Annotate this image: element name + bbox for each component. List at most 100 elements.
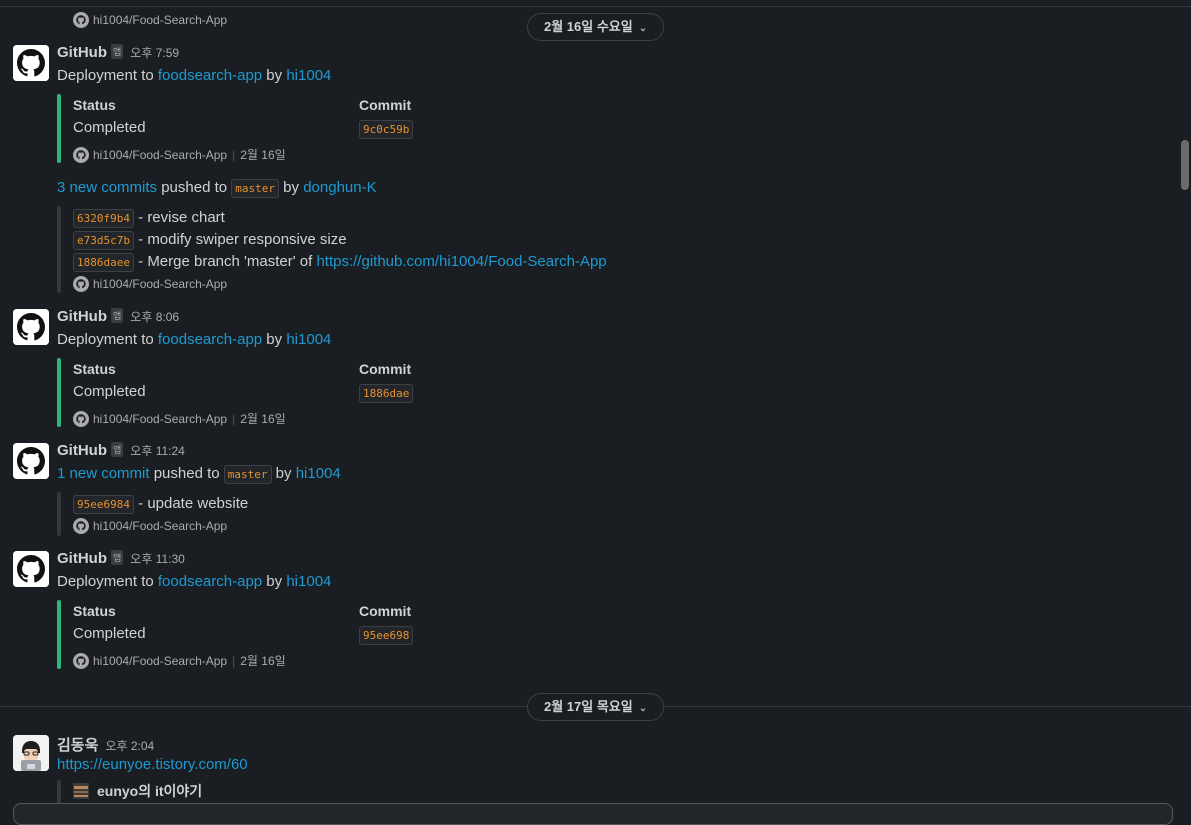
scrollbar-thumb[interactable] bbox=[1181, 140, 1189, 190]
timestamp[interactable]: 오후 8:06 bbox=[130, 310, 179, 324]
message-text: Deployment to foodsearch-app by hi1004 bbox=[57, 67, 331, 84]
date-label: 2월 16일 bbox=[240, 148, 286, 162]
date-label: 2월 17일 목요일 bbox=[544, 699, 633, 714]
status-title: Status bbox=[73, 97, 116, 113]
message-header: GitHub 앱 오후 11:30 bbox=[57, 550, 185, 567]
sender-name[interactable]: GitHub bbox=[57, 44, 107, 61]
timestamp[interactable]: 오후 7:59 bbox=[130, 46, 179, 60]
commit-sha[interactable]: e73d5c7b bbox=[73, 231, 134, 250]
preview-title[interactable]: eunyo의 it이야기 bbox=[97, 781, 202, 801]
message-header: GitHub 앱 오후 7:59 bbox=[57, 44, 179, 61]
deployment-link[interactable]: foodsearch-app bbox=[158, 331, 262, 348]
app-badge: 앱 bbox=[111, 44, 124, 59]
commit-line: 6320f9b4 - revise chart bbox=[73, 209, 225, 228]
user-link[interactable]: hi1004 bbox=[286, 67, 331, 84]
status-value: Completed bbox=[73, 119, 146, 136]
attachment-footer: hi1004/Food-Search-App | 2월 16일 bbox=[73, 146, 286, 163]
site-favicon-icon bbox=[73, 783, 89, 799]
user-link[interactable]: hi1004 bbox=[286, 573, 331, 590]
attachment-bar bbox=[57, 492, 61, 536]
github-logo-icon bbox=[13, 443, 49, 479]
date-divider-button[interactable]: 2월 17일 목요일 ⌄ bbox=[527, 693, 665, 721]
timestamp[interactable]: 오후 11:24 bbox=[130, 444, 185, 458]
deployment-link[interactable]: foodsearch-app bbox=[158, 573, 262, 590]
app-badge: 앱 bbox=[111, 442, 124, 457]
commits-link[interactable]: 1 new commit bbox=[57, 465, 150, 482]
sender-name[interactable]: 김동욱 bbox=[57, 737, 98, 754]
message-text: Deployment to foodsearch-app by hi1004 bbox=[57, 331, 331, 348]
date-divider-button[interactable]: 2월 16일 수요일 ⌄ bbox=[527, 13, 665, 41]
commit-sha[interactable]: 6320f9b4 bbox=[73, 209, 134, 228]
attachment-bar bbox=[57, 94, 61, 163]
link-preview[interactable]: eunyo의 it이야기 bbox=[73, 781, 202, 801]
user-avatar-icon bbox=[13, 735, 49, 771]
commit-sha[interactable]: 95ee6984 bbox=[73, 495, 134, 514]
avatar[interactable] bbox=[13, 443, 49, 479]
repo-label[interactable]: hi1004/Food-Search-App bbox=[93, 654, 227, 668]
commit-code[interactable]: 9c0c59b bbox=[359, 120, 414, 139]
push-text: 3 new commits pushed to master by donghu… bbox=[57, 179, 377, 198]
message-header: 김동욱 오후 2:04 bbox=[57, 734, 154, 755]
repo-label[interactable]: hi1004/Food-Search-App bbox=[93, 148, 227, 162]
text: Deployment to bbox=[57, 67, 158, 84]
sender-name[interactable]: GitHub bbox=[57, 442, 107, 459]
branch-code[interactable]: master bbox=[223, 465, 272, 484]
avatar[interactable] bbox=[13, 45, 49, 81]
attachment-footer: hi1004/Food-Search-App bbox=[73, 518, 227, 534]
github-logo-icon bbox=[13, 309, 49, 345]
timestamp[interactable]: 오후 11:30 bbox=[130, 552, 185, 566]
message-header: GitHub 앱 오후 8:06 bbox=[57, 308, 179, 325]
attachment-bar bbox=[57, 358, 61, 427]
commits-link[interactable]: 3 new commits bbox=[57, 179, 157, 196]
attachment-footer: hi1004/Food-Search-App bbox=[73, 276, 227, 292]
deployment-link[interactable]: foodsearch-app bbox=[158, 67, 262, 84]
date-label: 2월 16일 수요일 bbox=[544, 19, 633, 34]
app-badge: 앱 bbox=[111, 308, 124, 323]
repo-label[interactable]: hi1004/Food-Search-App bbox=[93, 13, 227, 27]
chevron-down-icon: ⌄ bbox=[638, 703, 648, 714]
commit-message: - revise chart bbox=[133, 209, 225, 226]
github-icon bbox=[73, 276, 89, 292]
user-link[interactable]: hi1004 bbox=[286, 331, 331, 348]
commit-sha[interactable]: 1886daee bbox=[73, 253, 134, 272]
text: Deployment to bbox=[57, 331, 158, 348]
app-badge: 앱 bbox=[111, 550, 124, 565]
status-title: Status bbox=[73, 361, 116, 377]
github-logo-icon bbox=[13, 45, 49, 81]
branch-code[interactable]: master bbox=[231, 179, 280, 198]
text: by bbox=[262, 67, 287, 84]
sender-name[interactable]: GitHub bbox=[57, 308, 107, 325]
avatar[interactable] bbox=[13, 309, 49, 345]
repo-label[interactable]: hi1004/Food-Search-App bbox=[93, 412, 227, 426]
commit-code[interactable]: 95ee698 bbox=[359, 626, 414, 645]
avatar[interactable] bbox=[13, 551, 49, 587]
sender-name[interactable]: GitHub bbox=[57, 550, 107, 567]
text: by bbox=[262, 331, 287, 348]
repo-label[interactable]: hi1004/Food-Search-App bbox=[93, 277, 227, 291]
author-link[interactable]: donghun-K bbox=[303, 179, 376, 196]
attachment-bar bbox=[57, 206, 61, 293]
text: pushed to bbox=[149, 465, 224, 482]
github-icon bbox=[73, 518, 89, 534]
text: by bbox=[279, 179, 304, 196]
message-text: https://eunyoe.tistory.com/60 bbox=[57, 756, 248, 773]
author-link[interactable]: hi1004 bbox=[296, 465, 341, 482]
github-icon bbox=[73, 146, 89, 163]
commit-message: - modify swiper responsive size bbox=[133, 231, 347, 248]
prev-message-footer: hi1004/Food-Search-App bbox=[73, 12, 227, 28]
url-link[interactable]: https://eunyoe.tistory.com/60 bbox=[57, 756, 248, 773]
commit-title: Commit bbox=[359, 97, 412, 113]
text: Deployment to bbox=[57, 573, 158, 590]
timestamp[interactable]: 오후 2:04 bbox=[105, 739, 154, 753]
message-composer[interactable] bbox=[13, 803, 1173, 825]
chevron-down-icon: ⌄ bbox=[638, 23, 648, 34]
attachment-bar bbox=[57, 600, 61, 669]
avatar[interactable] bbox=[13, 735, 49, 771]
github-icon bbox=[73, 410, 89, 427]
date-label: 2월 16일 bbox=[240, 654, 286, 668]
repo-url-link[interactable]: https://github.com/hi1004/Food-Search-Ap… bbox=[316, 253, 606, 270]
commit-code[interactable]: 1886dae bbox=[359, 384, 414, 403]
repo-label[interactable]: hi1004/Food-Search-App bbox=[93, 519, 227, 533]
date-label: 2월 16일 bbox=[240, 412, 286, 426]
status-value: Completed bbox=[73, 625, 146, 642]
